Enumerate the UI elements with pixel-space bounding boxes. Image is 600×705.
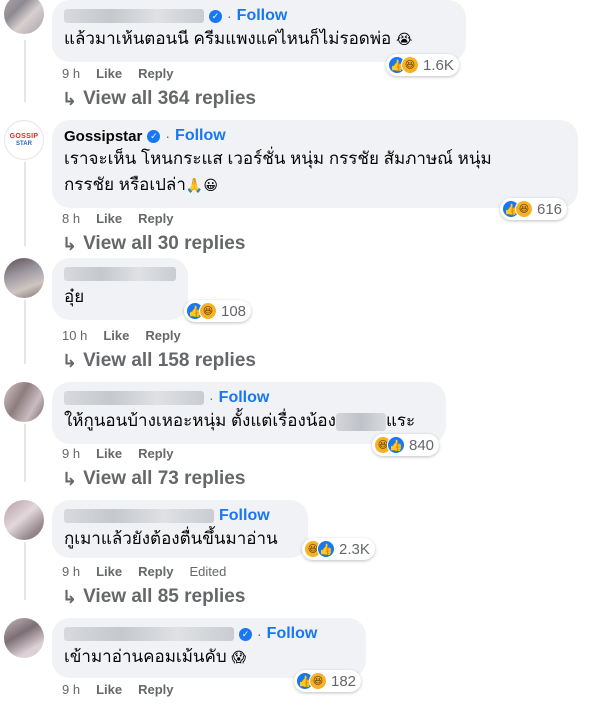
- reaction-count: 108: [221, 302, 247, 320]
- like-reaction-icon: 👍: [317, 540, 335, 558]
- verified-icon: ✓: [209, 9, 222, 23]
- avatar[interactable]: GOSSIP STAR: [4, 120, 44, 160]
- thread-line: [24, 40, 26, 102]
- reply-button[interactable]: Reply: [138, 682, 173, 697]
- haha-reaction-icon: 😆: [515, 200, 533, 218]
- reply-button[interactable]: Reply: [138, 66, 173, 81]
- like-button[interactable]: Like: [96, 446, 122, 461]
- comment-actions: 8 h Like Reply: [62, 211, 174, 226]
- view-replies-link[interactable]: ↳ View all 364 replies: [62, 88, 256, 110]
- author-name-blurred[interactable]: [64, 391, 204, 405]
- timestamp[interactable]: 9 h: [62, 66, 80, 81]
- reaction-summary[interactable]: 😆 👍 840: [372, 434, 440, 456]
- haha-reaction-icon: 😆: [199, 302, 217, 320]
- follow-button[interactable]: Follow: [219, 507, 270, 525]
- reaction-summary[interactable]: 👍 😆 1.6K: [386, 54, 459, 76]
- reaction-summary[interactable]: 👍 😆 182: [294, 670, 362, 692]
- comment-text: อุ๋ย: [64, 287, 85, 306]
- verified-icon: ✓: [147, 129, 161, 143]
- avatar[interactable]: [4, 258, 44, 298]
- author-name-blurred[interactable]: [64, 627, 234, 641]
- like-button[interactable]: Like: [96, 564, 122, 579]
- comment-bubble: ✓ · Follow เข้ามาอ่านคอมเม้นคับ 😱: [52, 618, 366, 678]
- comment-text: ให้กูนอนบ้างเหอะหนุ่ม ตั้งแต่เรื่องน้องแ…: [64, 411, 416, 431]
- reaction-count: 1.6K: [423, 56, 454, 74]
- reply-button[interactable]: Reply: [138, 211, 173, 226]
- haha-reaction-icon: 😆: [401, 56, 419, 74]
- comment-text: เราจะเห็น โหนกระแส เวอร์ชั่น หนุ่ม กรรชั…: [64, 149, 492, 194]
- reaction-count: 616: [537, 200, 563, 218]
- follow-button[interactable]: Follow: [175, 127, 226, 145]
- follow-button[interactable]: Follow: [267, 625, 318, 643]
- reaction-summary[interactable]: 👍 😆 108: [184, 300, 252, 322]
- thread-line: [24, 300, 26, 364]
- redacted-text: [335, 412, 386, 431]
- comment-text: กูเมาแล้วยังต้องตื่นขึ้นมาอ่าน: [64, 529, 278, 548]
- view-replies-link[interactable]: ↳ View all 85 replies: [62, 586, 245, 608]
- comment-actions: 9 h Like Reply: [62, 66, 174, 81]
- crying-emoji-icon: 😭: [395, 31, 413, 47]
- author-name-blurred[interactable]: [64, 9, 204, 23]
- thread-line: [24, 162, 26, 246]
- reply-arrow-icon: ↳: [62, 468, 78, 489]
- avatar[interactable]: [4, 618, 44, 658]
- comment-actions: 9 h Like Reply: [62, 446, 174, 461]
- author-name[interactable]: Gossipstar: [64, 128, 142, 145]
- comment-actions: 10 h Like Reply: [62, 328, 181, 343]
- avatar[interactable]: [4, 382, 44, 422]
- reaction-summary[interactable]: 👍 😆 616: [500, 198, 568, 220]
- thread-line: [24, 542, 26, 600]
- reaction-count: 840: [409, 436, 435, 454]
- reply-button[interactable]: Reply: [145, 328, 180, 343]
- follow-button[interactable]: Follow: [237, 7, 288, 25]
- like-reaction-icon: 👍: [387, 436, 405, 454]
- timestamp[interactable]: 10 h: [62, 328, 87, 343]
- reply-arrow-icon: ↳: [62, 586, 78, 607]
- pray-smile-emoji-icon: 🙏😀: [185, 177, 218, 193]
- verified-icon: ✓: [239, 627, 252, 641]
- follow-button[interactable]: Follow: [219, 389, 270, 407]
- comment-bubble: Gossipstar ✓ · Follow เราจะเห็น โหนกระแส…: [52, 120, 578, 208]
- timestamp[interactable]: 9 h: [62, 682, 80, 697]
- avatar[interactable]: [4, 500, 44, 540]
- thread-line: [24, 424, 26, 482]
- comment-actions: 9 h Like Reply Edited: [62, 564, 226, 579]
- comment-bubble: ✓ · Follow แล้วมาเห้นตอนนี ครีมแพงแค่ไหน…: [52, 0, 466, 62]
- haha-reaction-icon: 😆: [309, 672, 327, 690]
- comment-bubble: Follow กูเมาแล้วยังต้องตื่นขึ้นมาอ่าน: [52, 500, 308, 558]
- timestamp[interactable]: 8 h: [62, 211, 80, 226]
- comment-text: แล้วมาเห้นตอนนี ครีมแพงแค่ไหนก็ไม่รอดพ่อ…: [64, 29, 413, 48]
- comment-text: เข้ามาอ่านคอมเม้นคับ 😱: [64, 647, 247, 666]
- timestamp[interactable]: 9 h: [62, 564, 80, 579]
- like-button[interactable]: Like: [96, 66, 122, 81]
- like-button[interactable]: Like: [96, 211, 122, 226]
- view-replies-link[interactable]: ↳ View all 73 replies: [62, 468, 245, 490]
- reaction-count: 2.3K: [339, 540, 370, 558]
- avatar[interactable]: [4, 0, 44, 34]
- like-button[interactable]: Like: [96, 682, 122, 697]
- reply-arrow-icon: ↳: [62, 350, 78, 371]
- author-name-blurred[interactable]: [64, 509, 214, 523]
- reaction-summary[interactable]: 😆 👍 2.3K: [302, 538, 375, 560]
- reply-button[interactable]: Reply: [138, 446, 173, 461]
- reply-arrow-icon: ↳: [62, 88, 78, 109]
- scared-emoji-icon: 😱: [231, 649, 247, 665]
- author-name-blurred[interactable]: [64, 267, 176, 281]
- comment-actions: 9 h Like Reply: [62, 682, 174, 697]
- view-replies-link[interactable]: ↳ View all 30 replies: [62, 233, 245, 255]
- reply-button[interactable]: Reply: [138, 564, 173, 579]
- edited-label: Edited: [189, 564, 227, 579]
- timestamp[interactable]: 9 h: [62, 446, 80, 461]
- reaction-count: 182: [331, 672, 357, 690]
- comment-bubble: อุ๋ย: [52, 258, 188, 320]
- reply-arrow-icon: ↳: [62, 233, 78, 254]
- view-replies-link[interactable]: ↳ View all 158 replies: [62, 350, 256, 372]
- like-button[interactable]: Like: [103, 328, 129, 343]
